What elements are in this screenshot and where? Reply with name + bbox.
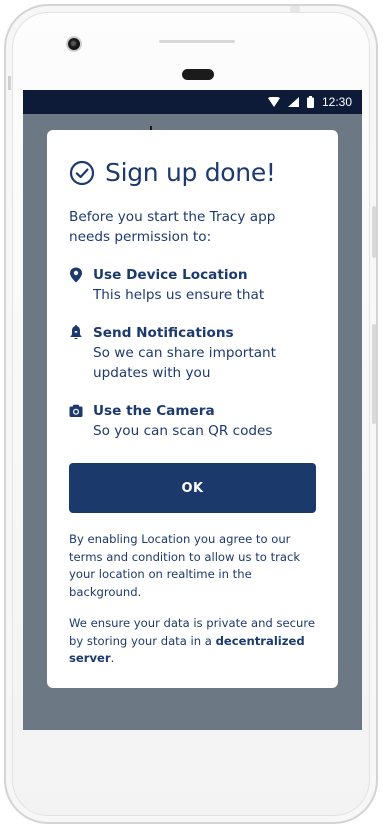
signal-icon: [287, 97, 299, 107]
sensor-bar: [159, 40, 235, 43]
permission-location: Use Device Location This helps us ensure…: [69, 265, 316, 305]
battery-icon: [306, 96, 314, 108]
wifi-icon: [267, 97, 280, 107]
permission-camera-text: Use the Camera So you can scan QR codes: [93, 401, 272, 441]
privacy-statement: We ensure your data is private and secur…: [69, 615, 316, 668]
permission-location-text: Use Device Location This helps us ensure…: [93, 265, 264, 305]
bell-icon: [70, 325, 82, 340]
status-time: 12:30: [321, 95, 352, 109]
permission-title: Send Notifications: [93, 325, 234, 341]
ok-button[interactable]: OK: [69, 463, 316, 513]
permissions-dialog: Sign up done! Before you start the Tracy…: [47, 130, 338, 688]
frame-edge: [8, 76, 11, 90]
volume-button: [372, 324, 376, 424]
front-camera-icon: [66, 36, 82, 52]
location-pin-icon: [70, 267, 82, 283]
earpiece-speaker: [182, 69, 214, 80]
dialog-intro: Before you start the Tracy app needs per…: [69, 209, 276, 245]
permission-camera: Use the Camera So you can scan QR codes: [69, 401, 316, 441]
status-bar: 12:30: [23, 90, 362, 114]
permission-title: Use Device Location: [93, 267, 248, 283]
power-button: [372, 206, 376, 258]
permission-description: This helps us ensure that: [93, 287, 265, 303]
permission-description: So we can share important updates with y…: [93, 345, 276, 381]
location-consent-text: By enabling Location you agree to our te…: [69, 532, 301, 599]
top-button: [290, 6, 300, 12]
camera-icon: [69, 404, 83, 417]
dialog-title-row: Sign up done!: [69, 158, 316, 187]
check-circle-icon: [69, 160, 95, 185]
privacy-statement-suffix: .: [110, 651, 115, 665]
screen: 12:30 Sign up done! Before you start the…: [23, 90, 362, 730]
permission-title: Use the Camera: [93, 403, 215, 419]
permission-description: So you can scan QR codes: [93, 423, 273, 439]
permission-notifications-text: Send Notifications So we can share impor…: [93, 323, 316, 383]
phone-chin: [23, 730, 362, 790]
dialog-title: Sign up done!: [105, 158, 276, 187]
permission-notifications: Send Notifications So we can share impor…: [69, 323, 316, 383]
